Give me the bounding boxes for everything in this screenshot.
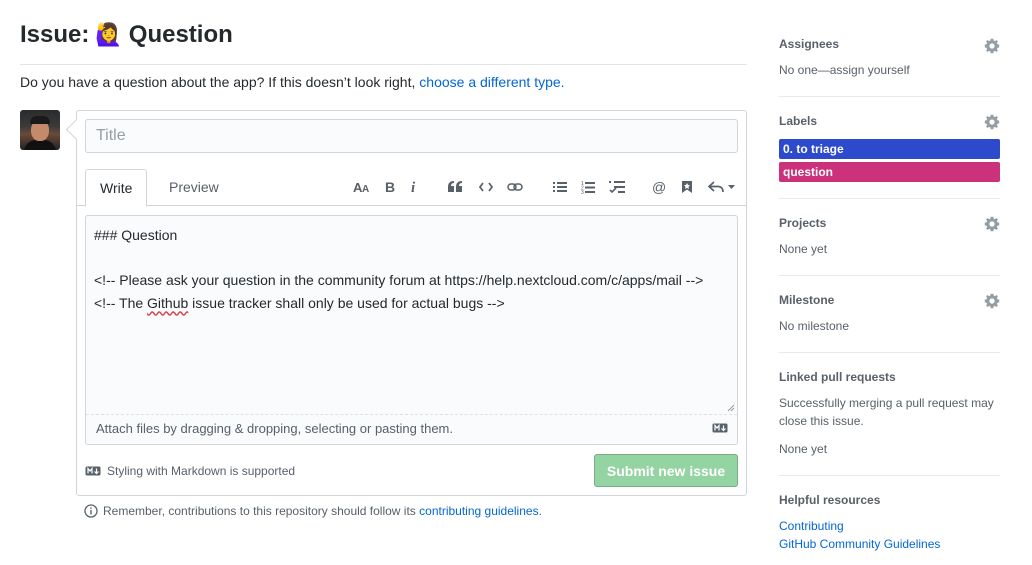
labels-gear-icon[interactable] [984, 114, 1000, 130]
header-divider [20, 64, 747, 65]
note-period: . [538, 504, 542, 518]
markdown-small-icon [85, 466, 101, 476]
title-input[interactable] [85, 119, 738, 153]
assignees-text[interactable]: No one—assign yourself [779, 61, 910, 79]
resize-handle-icon[interactable] [725, 402, 735, 412]
markdown-hint[interactable]: Styling with Markdown is supported [85, 464, 295, 478]
submit-new-issue-button[interactable]: Submit new issue [594, 454, 738, 487]
body-line-2: <!-- Please ask your question in the com… [94, 272, 704, 288]
linked-prs-none: None yet [779, 442, 828, 456]
contributing-note: Remember, contributions to this reposito… [84, 504, 542, 518]
new-issue-form: Write Preview AA B i 123 @ ### Question … [76, 110, 747, 496]
linked-prs-heading: Linked pull requests [779, 370, 896, 384]
task-list-icon[interactable] [606, 177, 628, 197]
saved-reply-icon[interactable] [676, 177, 698, 197]
labels-list: 0. to triage question [779, 139, 1000, 185]
mention-icon[interactable]: @ [648, 177, 670, 197]
issue-header: Issue: 🙋‍♀️ Question [20, 18, 747, 52]
body-text[interactable]: ### Question <!-- Please ask your questi… [86, 216, 737, 412]
projects-text: None yet [779, 242, 828, 256]
body-line-1: ### Question [94, 227, 178, 243]
page-title: Issue: 🙋‍♀️ Question [20, 18, 747, 52]
description-text: Do you have a question about the app? If… [20, 74, 416, 90]
sidebar-assignees: Assignees No one—assign yourself [779, 36, 1000, 97]
comment-body-textarea[interactable]: ### Question <!-- Please ask your questi… [85, 215, 738, 445]
issue-sidebar: Assignees No one—assign yourself Labels … [779, 36, 1000, 556]
markdown-hint-text: Styling with Markdown is supported [107, 464, 296, 478]
attach-files-bar[interactable]: Attach files by dragging & dropping, sel… [86, 414, 737, 444]
spellcheck-word: Github [147, 294, 189, 311]
choose-different-type-link[interactable]: choose a different type. [419, 74, 564, 90]
info-icon [84, 504, 98, 518]
sidebar-linked-prs: Linked pull requests Successfully mergin… [779, 353, 1000, 476]
sidebar-labels: Labels 0. to triage question [779, 97, 1000, 199]
bold-icon[interactable]: B [379, 177, 401, 197]
issue-type: Question [128, 21, 233, 48]
contributing-guidelines-link[interactable]: contributing guidelines [419, 504, 538, 518]
quote-icon[interactable] [444, 177, 466, 197]
svg-text:B: B [385, 180, 395, 194]
milestone-heading: Milestone [779, 293, 835, 307]
sidebar-helpful-resources: Helpful resources Contributing GitHub Co… [779, 476, 1000, 556]
assignees-heading: Assignees [779, 37, 840, 51]
raising-hand-emoji-icon: 🙋‍♀️ [95, 22, 123, 47]
title-prefix: Issue: [20, 21, 90, 48]
numbered-list-icon[interactable]: 123 [577, 177, 599, 197]
sidebar-projects: Projects None yet [779, 199, 1000, 276]
helpful-resources-heading: Helpful resources [779, 493, 881, 507]
labels-heading: Labels [779, 114, 818, 128]
svg-text:A: A [362, 184, 369, 194]
tab-preview[interactable]: Preview [155, 169, 233, 206]
projects-heading: Projects [779, 216, 827, 230]
label-question[interactable]: question [779, 162, 1000, 182]
tab-write[interactable]: Write [85, 169, 148, 207]
italic-icon[interactable]: i [403, 177, 425, 197]
markdown-icon[interactable] [712, 423, 728, 433]
link-icon[interactable] [504, 177, 526, 197]
bulleted-list-icon[interactable] [549, 177, 571, 197]
milestone-gear-icon[interactable] [984, 293, 1000, 309]
avatar[interactable] [20, 110, 60, 150]
linked-prs-text: Successfully merging a pull request may … [779, 396, 994, 428]
code-icon[interactable] [475, 177, 497, 197]
attach-files-text: Attach files by dragging & dropping, sel… [96, 421, 453, 436]
svg-text:3: 3 [581, 190, 584, 194]
contributing-link[interactable]: Contributing [779, 517, 940, 535]
svg-text:i: i [411, 180, 416, 194]
resource-links: Contributing GitHub Community Guidelines [779, 517, 940, 553]
contributing-note-text: Remember, contributions to this reposito… [103, 504, 416, 518]
svg-text:@: @ [652, 180, 666, 194]
label-to-triage[interactable]: 0. to triage [779, 139, 1000, 159]
body-line-3-start: <!-- The [94, 294, 148, 311]
community-guidelines-link[interactable]: GitHub Community Guidelines [779, 535, 940, 553]
text-size-icon[interactable]: AA [351, 177, 373, 197]
milestone-text: No milestone [779, 319, 850, 333]
projects-gear-icon[interactable] [984, 216, 1000, 232]
assignees-gear-icon[interactable] [984, 38, 1000, 54]
body-line-3-end: issue tracker shall only be used for act… [188, 294, 505, 311]
issue-type-description: Do you have a question about the app? If… [20, 73, 565, 91]
reply-icon[interactable] [707, 177, 737, 197]
sidebar-milestone: Milestone No milestone [779, 276, 1000, 353]
